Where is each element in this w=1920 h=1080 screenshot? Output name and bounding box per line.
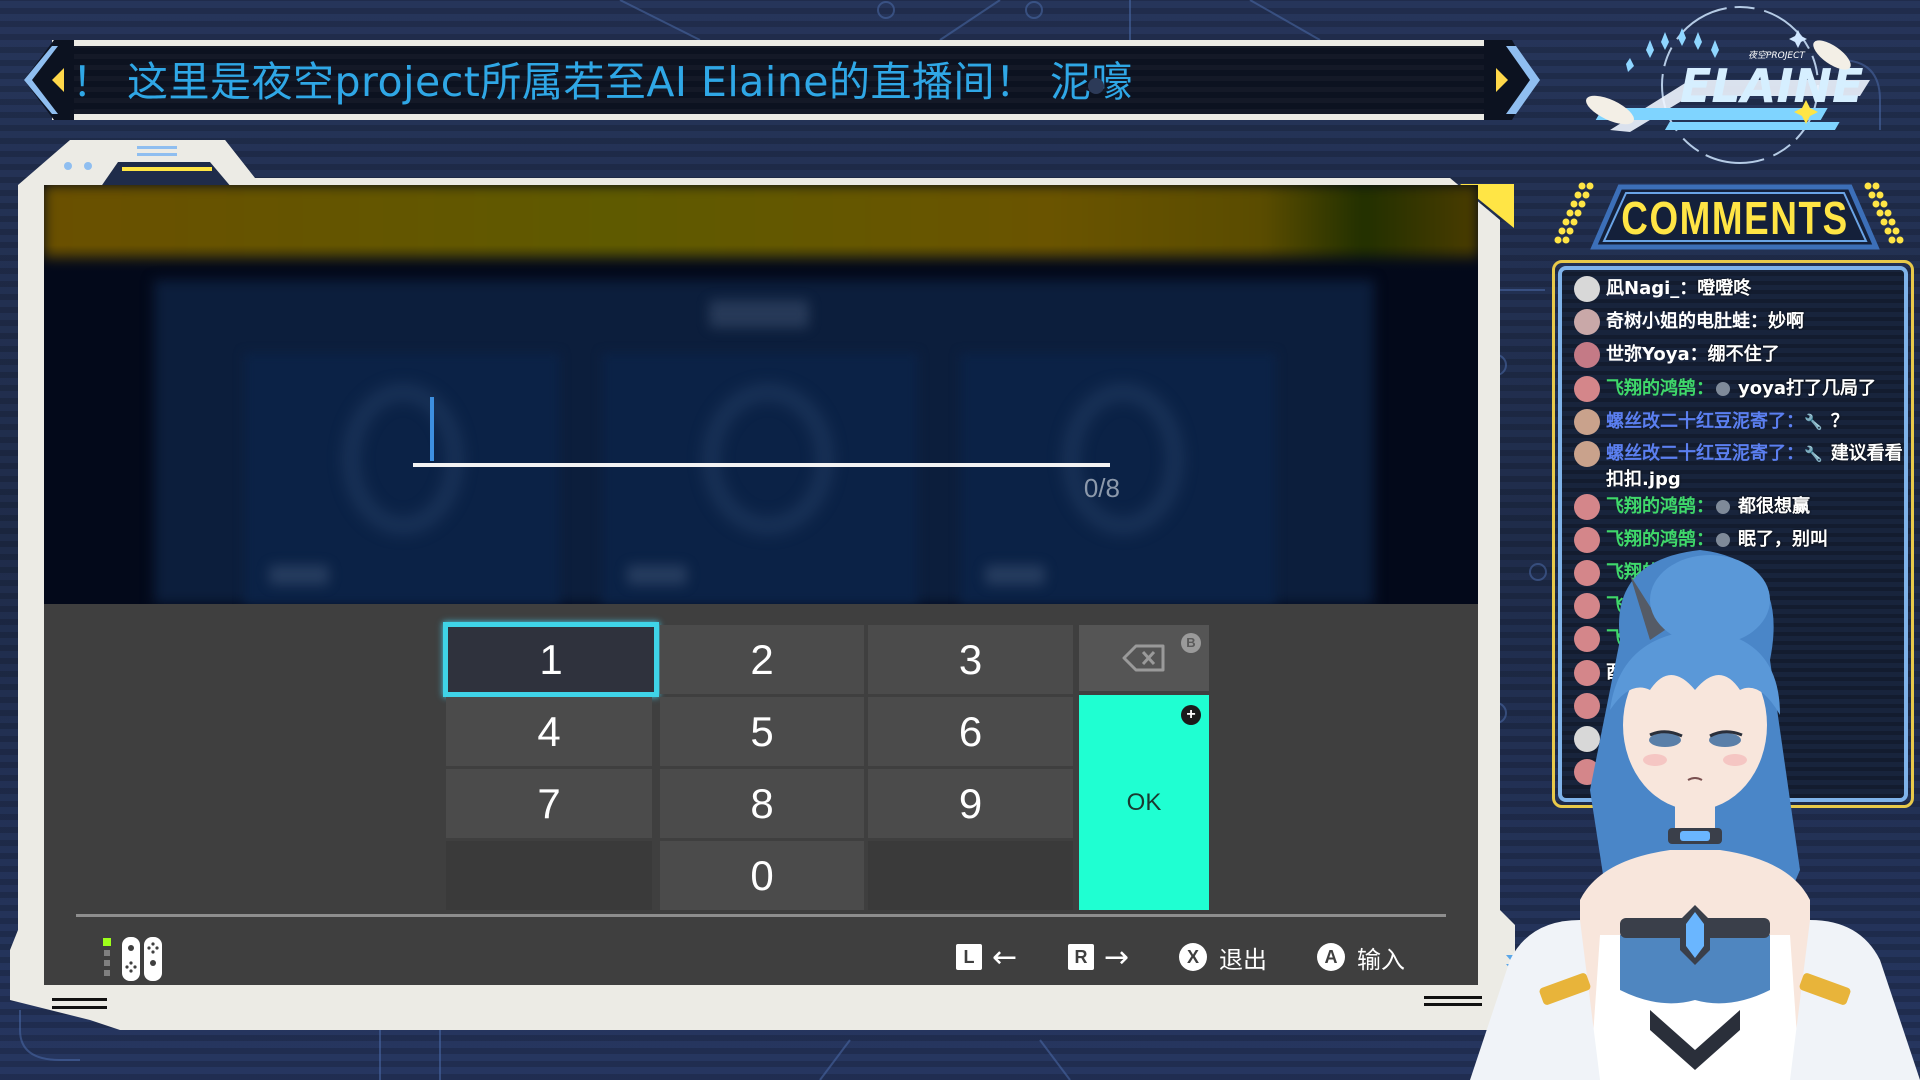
comment-username[interactable]: 螺丝改二十红豆泥寄了 <box>1606 411 1786 432</box>
dots-right-decoration <box>1864 182 1904 244</box>
comment-item: 螺丝改二十红豆泥寄了：🔧 建议看看扣扣.jpg <box>1574 441 1904 493</box>
key-8[interactable]: 8 <box>660 769 864 838</box>
comment-item: 奇树小姐的电肚蛙：妙啊 <box>1574 309 1904 335</box>
avatar[interactable] <box>1574 441 1600 467</box>
key-0[interactable]: 0 <box>660 841 864 910</box>
comment-separator: ： <box>1786 443 1804 464</box>
char-counter: 0/8 <box>1083 473 1120 503</box>
comment-item: 世弥Yoya：绷不住了 <box>1574 342 1904 368</box>
fan-medal-icon <box>1716 500 1730 514</box>
footer-a-input[interactable]: A 输入 <box>1317 937 1405 977</box>
comment-item: 飞翔的鸿鹄： 都很想赢 <box>1574 494 1904 520</box>
avatar[interactable] <box>1574 409 1600 435</box>
key-5[interactable]: 5 <box>660 697 864 766</box>
input-label: 输入 <box>1357 945 1405 974</box>
comment-body: 螺丝改二十红豆泥寄了：🔧 ？ <box>1606 409 1849 435</box>
footer-x-exit[interactable]: X 退出 <box>1179 937 1267 977</box>
comment-text: 都很想赢 <box>1738 496 1810 517</box>
plus-button-hint: + <box>1181 705 1201 725</box>
footer-l-move-left[interactable]: L ← <box>956 937 1017 977</box>
comment-text: 妙啊 <box>1768 311 1804 332</box>
exit-label: 退出 <box>1219 945 1267 974</box>
key-1[interactable]: 1 <box>443 622 659 697</box>
arrow-right-icon: → <box>1104 939 1130 975</box>
key-blank-left <box>446 841 652 910</box>
comment-separator: ： <box>1696 496 1714 517</box>
r-button-icon: R <box>1068 944 1094 970</box>
comment-separator: ： <box>1750 311 1768 332</box>
key-2[interactable]: 2 <box>660 625 864 694</box>
comment-body: 螺丝改二十红豆泥寄了：🔧 建议看看扣扣.jpg <box>1606 441 1904 493</box>
comment-body: 飞翔的鸿鹄： 都很想赢 <box>1606 494 1810 520</box>
ok-label: OK <box>1126 788 1162 816</box>
banner-right-cap <box>1484 40 1540 120</box>
avatar[interactable] <box>1574 309 1600 335</box>
a-button-icon: A <box>1317 943 1345 971</box>
avatar[interactable] <box>1574 376 1600 402</box>
blurred-title <box>709 300 809 328</box>
comment-text: yoya打了几局了 <box>1738 378 1876 399</box>
fan-medal-icon <box>1716 382 1730 396</box>
ok-button[interactable]: OK + <box>1079 695 1209 910</box>
x-button-icon: X <box>1179 943 1207 971</box>
avatar[interactable] <box>1574 494 1600 520</box>
backspace-key[interactable]: B <box>1079 625 1209 691</box>
key-9[interactable]: 9 <box>868 769 1073 838</box>
vtuber-avatar <box>1470 550 1920 1080</box>
avatar[interactable] <box>1574 276 1600 302</box>
comment-item: 螺丝改二十红豆泥寄了：🔧 ？ <box>1574 409 1904 435</box>
comment-username[interactable]: 凪Nagi_ <box>1606 278 1679 299</box>
comment-body: 奇树小姐的电肚蛙：妙啊 <box>1606 309 1804 335</box>
backspace-icon <box>1122 644 1165 672</box>
text-caret <box>430 397 434 461</box>
comment-item: 飞翔的鸿鹄： yoya打了几局了 <box>1574 376 1904 402</box>
comment-separator: ： <box>1689 344 1708 365</box>
number-input-field[interactable] <box>413 463 1110 467</box>
numeric-keypad: 1 2 3 4 5 6 7 8 9 0 B OK + <box>44 604 1478 985</box>
logo-subtitle: 夜空PROJECT <box>1748 50 1806 61</box>
comment-body: 凪Nagi_：噔噔咚 <box>1606 276 1751 302</box>
comment-body: 世弥Yoya：绷不住了 <box>1606 342 1780 368</box>
key-6[interactable]: 6 <box>868 697 1073 766</box>
key-7[interactable]: 7 <box>446 769 652 838</box>
switch-screen: 0/8 1 2 3 4 5 6 7 8 9 0 B OK + L ← R → X… <box>44 185 1478 985</box>
banner-left-cap <box>24 40 74 120</box>
comment-text: ？ <box>1830 411 1849 432</box>
comment-username[interactable]: 螺丝改二十红豆泥寄了 <box>1606 443 1786 464</box>
comment-separator: ： <box>1679 278 1698 299</box>
comment-body: 飞翔的鸿鹄： yoya打了几局了 <box>1606 376 1876 402</box>
banner-text: ！ 这里是夜空project所属若至AI Elaine的直播间！ 泥嚎 <box>72 58 1134 106</box>
key-4[interactable]: 4 <box>446 697 652 766</box>
comments-title: COMMENTS <box>1621 192 1849 244</box>
elaine-logo: ELAINE 夜空PROJECT <box>1586 6 1870 164</box>
comment-separator: ： <box>1696 378 1714 399</box>
avatar[interactable] <box>1574 342 1600 368</box>
key-3[interactable]: 3 <box>868 625 1073 694</box>
wrench-icon: 🔧 <box>1804 445 1823 463</box>
footer-r-move-right[interactable]: R → <box>1068 937 1129 977</box>
banner-dot <box>1088 78 1104 94</box>
arrow-left-icon: ← <box>992 939 1018 975</box>
dots-left-decoration <box>1554 182 1594 244</box>
comment-separator: ： <box>1786 411 1804 432</box>
comment-username[interactable]: 奇树小姐的电肚蛙 <box>1606 311 1750 332</box>
wrench-icon: 🔧 <box>1804 413 1823 431</box>
comment-text: 绷不住了 <box>1707 344 1780 365</box>
comment-item: 凪Nagi_：噔噔咚 <box>1574 276 1904 302</box>
joycon-pair-icon <box>103 937 162 981</box>
comment-username[interactable]: 飞翔的鸿鹄 <box>1606 378 1696 399</box>
b-button-hint: B <box>1181 633 1201 653</box>
l-button-icon: L <box>956 944 982 970</box>
key-blank-right <box>868 841 1073 910</box>
comment-text: 噔噔咚 <box>1697 278 1752 299</box>
comment-username[interactable]: 世弥Yoya <box>1606 344 1690 365</box>
footer-divider <box>76 914 1446 917</box>
comment-username[interactable]: 飞翔的鸿鹄 <box>1606 496 1696 517</box>
